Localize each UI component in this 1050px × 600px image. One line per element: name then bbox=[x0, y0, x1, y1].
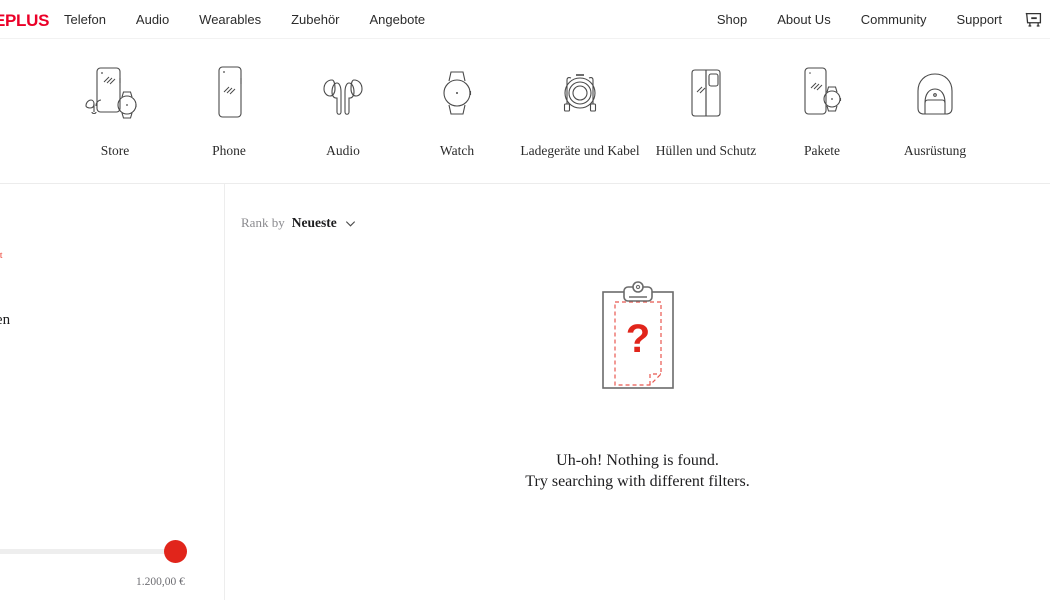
nav-item-angebote[interactable]: Angebote bbox=[370, 12, 426, 27]
nav-item-support[interactable]: Support bbox=[956, 12, 1002, 27]
price-slider-value-label: 1.200,00 € bbox=[136, 576, 185, 588]
phone-cases-icon bbox=[671, 57, 741, 129]
phone-icon bbox=[194, 57, 264, 129]
filter-item-redcoins[interactable]: RedCoins sparen bbox=[0, 312, 10, 329]
nav-item-community[interactable]: Community bbox=[861, 12, 927, 27]
category-phone-label: Phone bbox=[212, 143, 246, 158]
primary-nav: Telefon Audio Wearables Zubehör Angebote bbox=[64, 0, 425, 38]
nav-item-about-us[interactable]: About Us bbox=[777, 12, 830, 27]
svg-text:?: ? bbox=[625, 317, 649, 361]
secondary-nav: Shop About Us Community Support bbox=[717, 0, 1002, 38]
category-strip: Store Phone Audio Watch Ladegeräte und K… bbox=[0, 39, 1050, 222]
chevron-down-icon[interactable] bbox=[344, 217, 357, 230]
category-audio-label: Audio bbox=[326, 143, 360, 158]
store-phone-watch-buds-icon bbox=[80, 57, 150, 129]
bundle-phone-watch-icon bbox=[787, 57, 857, 129]
category-chargers-cables[interactable]: Ladegeräte und Kabel bbox=[514, 57, 646, 159]
filter-sidebar: e AngebotAngesagt GeschenkNeu RedCoins s… bbox=[0, 184, 225, 600]
clipboard-question-icon: ? bbox=[598, 280, 678, 400]
page-root: NEPLUS Telefon Audio Wearables Zubehör A… bbox=[0, 0, 1050, 600]
empty-state-line1: Uh-oh! Nothing is found. bbox=[556, 452, 719, 469]
nav-item-zubehoer[interactable]: Zubehör bbox=[291, 12, 339, 27]
empty-state: ? Uh-oh! Nothing is found. Try searching… bbox=[225, 280, 1050, 492]
product-results-area: Rank by Neueste ? Uh-oh! Nothing is foun… bbox=[225, 184, 1050, 600]
price-slider-knob[interactable] bbox=[164, 540, 187, 563]
cable-coil-icon bbox=[545, 57, 615, 129]
category-cases-protection-label: Hüllen und Schutz bbox=[655, 143, 757, 158]
empty-state-line2: Try searching with different filters. bbox=[525, 473, 750, 490]
empty-state-message: Uh-oh! Nothing is found. Try searching w… bbox=[525, 450, 749, 492]
sort-value[interactable]: Neueste bbox=[292, 215, 337, 231]
category-gear-label: Ausrüstung bbox=[903, 143, 967, 158]
category-cases-protection[interactable]: Hüllen und Schutz bbox=[640, 57, 772, 159]
category-phone[interactable]: Phone bbox=[163, 57, 295, 159]
nav-item-audio[interactable]: Audio bbox=[136, 12, 169, 27]
price-slider-track[interactable] bbox=[0, 549, 180, 554]
category-store-label: Store bbox=[100, 143, 130, 158]
category-audio[interactable]: Audio bbox=[277, 57, 409, 159]
category-store[interactable]: Store bbox=[49, 57, 181, 159]
nav-item-telefon[interactable]: Telefon bbox=[64, 12, 106, 27]
nav-item-shop[interactable]: Shop bbox=[717, 12, 747, 27]
price-slider[interactable]: 1.200,00 € bbox=[0, 540, 208, 600]
category-chargers-cables-label: Ladegeräte und Kabel bbox=[520, 143, 640, 158]
shopping-cart-icon[interactable] bbox=[1023, 9, 1045, 31]
filter-item-angebot-badge: Angesagt bbox=[0, 251, 3, 261]
backpack-icon bbox=[900, 57, 970, 129]
category-watch-label: Watch bbox=[439, 143, 475, 158]
earbuds-icon bbox=[308, 57, 378, 129]
sort-label: Rank by bbox=[241, 215, 285, 230]
watch-icon bbox=[422, 57, 492, 129]
category-watch[interactable]: Watch bbox=[391, 57, 523, 159]
filter-item-angebot[interactable]: AngebotAngesagt bbox=[0, 248, 3, 265]
oneplus-logo[interactable]: NEPLUS bbox=[0, 11, 49, 31]
nav-item-wearables[interactable]: Wearables bbox=[199, 12, 261, 27]
category-list: Store Phone Audio Watch Ladegeräte und K… bbox=[0, 39, 1050, 183]
category-bundles-label: Pakete bbox=[804, 143, 840, 158]
sort-control[interactable]: Rank by Neueste bbox=[241, 215, 357, 231]
category-gear[interactable]: Ausrüstung bbox=[869, 57, 1001, 159]
top-header: NEPLUS Telefon Audio Wearables Zubehör A… bbox=[0, 0, 1050, 39]
